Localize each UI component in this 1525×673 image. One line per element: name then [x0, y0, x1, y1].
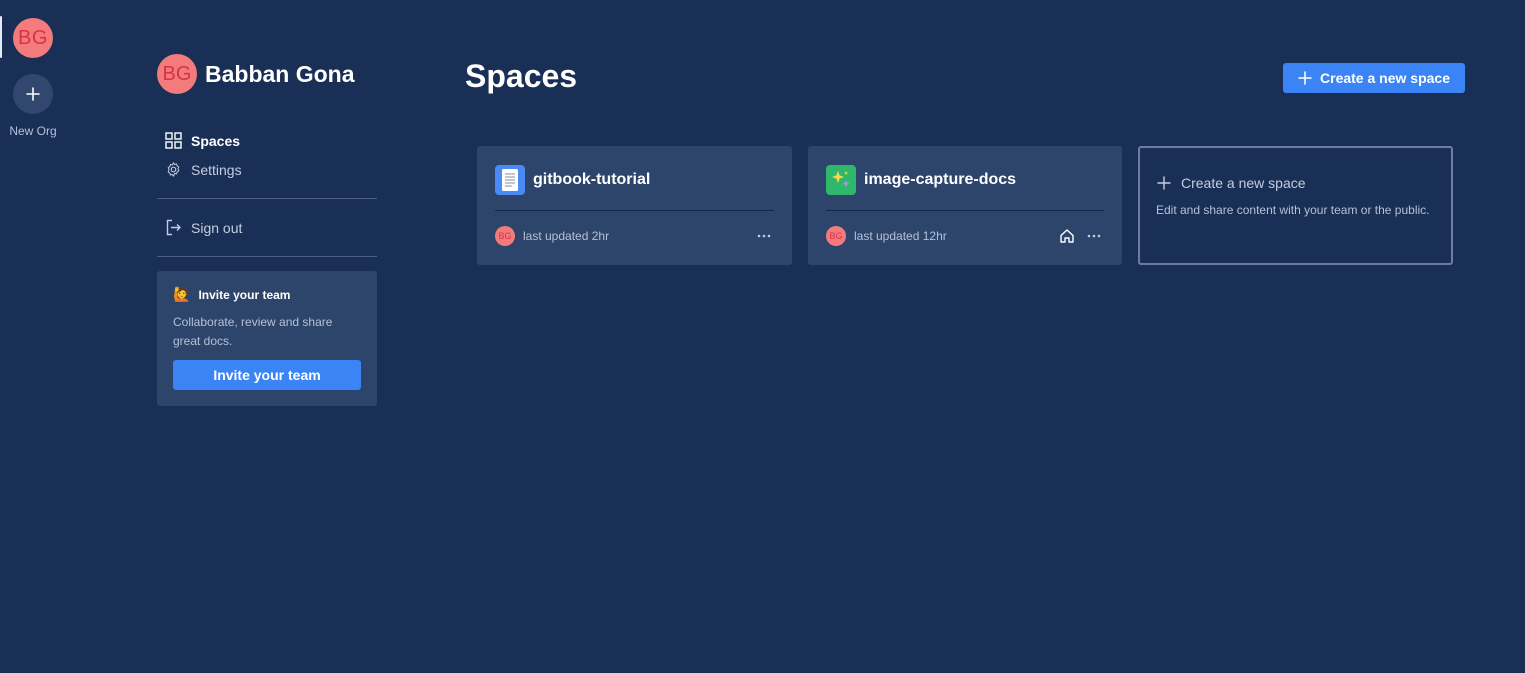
org-switch-avatar[interactable]: BG: [13, 18, 53, 58]
new-org-button[interactable]: [13, 74, 53, 114]
sidebar-divider: [157, 198, 377, 199]
org-avatar: BG: [157, 54, 197, 94]
invite-team-button[interactable]: Invite your team: [173, 360, 361, 390]
sidebar-item-spaces[interactable]: Spaces: [157, 126, 377, 155]
sign-out-label: Sign out: [191, 219, 243, 236]
space-name: image-capture-docs: [864, 171, 1017, 188]
sidebar-nav: Spaces Settings: [157, 126, 377, 184]
sidebar-item-label: Spaces: [191, 132, 241, 149]
invite-team-card: 🙋 Invite your team Collaborate, review a…: [157, 271, 377, 406]
space-card[interactable]: image-capture-docs BG last updated 12hr: [808, 146, 1122, 265]
sign-out-icon: [166, 219, 181, 236]
space-card-footer: BG last updated 2hr: [495, 226, 774, 246]
raising-hand-icon: 🙋: [173, 286, 191, 302]
create-space-card-description: Edit and share content with your team or…: [1156, 203, 1430, 217]
create-space-card-header: Create a new space: [1157, 175, 1306, 191]
space-card-footer: BG last updated 12hr: [826, 226, 1104, 246]
last-updated: last updated 12hr: [854, 229, 947, 243]
plus-icon: [1157, 176, 1171, 190]
more-options-button[interactable]: [754, 226, 774, 246]
sidebar: BG Babban Gona Spaces Settings Sign out …: [157, 54, 377, 406]
plus-icon: [26, 87, 40, 101]
last-updated: last updated 2hr: [523, 229, 610, 243]
invite-description: Collaborate, review and share great docs…: [173, 315, 333, 348]
more-options-button[interactable]: [1084, 226, 1104, 246]
space-name: gitbook-tutorial: [533, 171, 651, 188]
card-divider: [495, 210, 774, 211]
plus-icon: [1298, 71, 1312, 85]
document-icon: [495, 165, 525, 195]
create-space-label: Create a new space: [1320, 70, 1450, 86]
grid-icon: [165, 132, 182, 149]
invite-title: Invite your team: [198, 287, 291, 302]
author-avatar: BG: [826, 226, 846, 246]
author-avatar: BG: [495, 226, 515, 246]
card-divider: [826, 210, 1104, 211]
org-header: BG Babban Gona: [157, 54, 377, 94]
app-root: BG New Org BG Babban Gona Spaces Setting…: [0, 0, 1525, 673]
space-card-header: image-capture-docs: [826, 165, 1104, 195]
create-space-button[interactable]: Create a new space: [1283, 63, 1465, 93]
new-org-label[interactable]: New Org: [0, 124, 66, 138]
sign-out-button[interactable]: Sign out: [157, 213, 377, 242]
page-title: Spaces: [465, 58, 578, 94]
active-org-indicator: [0, 16, 2, 58]
sidebar-item-label: Settings: [191, 161, 242, 178]
create-space-card-title: Create a new space: [1181, 175, 1306, 191]
ellipsis-icon: [1087, 234, 1101, 238]
create-space-card[interactable]: Create a new space Edit and share conten…: [1138, 146, 1453, 265]
home-icon: [1058, 227, 1076, 245]
sidebar-divider: [157, 256, 377, 257]
sidebar-item-settings[interactable]: Settings: [157, 155, 377, 184]
ellipsis-icon: [757, 234, 771, 238]
gear-icon: [167, 162, 180, 177]
space-card-header: gitbook-tutorial: [495, 165, 774, 195]
space-card[interactable]: gitbook-tutorial BG last updated 2hr: [477, 146, 792, 265]
invite-title-row: 🙋 Invite your team: [173, 286, 361, 303]
org-name: Babban Gona: [205, 60, 355, 87]
sparkles-icon: [826, 165, 856, 195]
org-rail: BG New Org: [0, 0, 66, 673]
